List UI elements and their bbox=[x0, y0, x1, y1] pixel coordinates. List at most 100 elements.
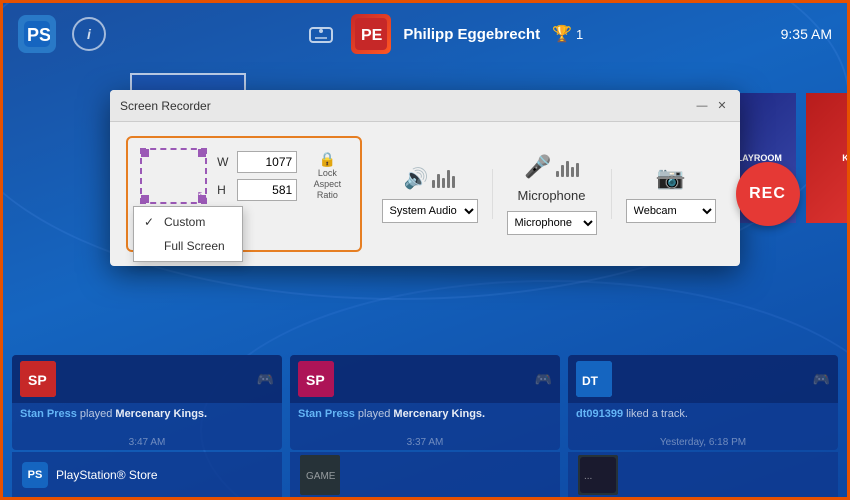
system-audio-bars bbox=[432, 168, 455, 188]
lock-aspect-label: Lock AspectRatio bbox=[307, 168, 347, 200]
mic-bar-4 bbox=[571, 167, 574, 177]
tile-time-0: 3:47 AM bbox=[12, 435, 282, 450]
svg-text:GAME: GAME bbox=[306, 471, 336, 482]
store-game-tile-2[interactable]: ... bbox=[568, 452, 838, 498]
capture-panel: ⤡ W H 🔒 Lock AspectRatio bbox=[126, 136, 362, 252]
height-field: H bbox=[217, 179, 297, 201]
microphone-select[interactable]: Microphone bbox=[507, 211, 597, 235]
dialog-titlebar: Screen Recorder — ✕ bbox=[110, 90, 740, 122]
webcam-icon: 📷 bbox=[657, 165, 684, 191]
activity-tiles-row: SP 🎮 Stan Press played Mercenary Kings. … bbox=[0, 355, 850, 450]
store-label: PlayStation® Store bbox=[56, 468, 158, 482]
webcam-select[interactable]: Webcam bbox=[626, 199, 716, 223]
avatar: PE bbox=[351, 14, 391, 54]
topbar: PS i PE Philipp Eggebrecht 🏆 1 9: bbox=[0, 0, 850, 68]
microphone-label: Microphone bbox=[518, 188, 586, 203]
store-game-tile-1[interactable]: GAME bbox=[290, 452, 560, 498]
microphone-icon-row: 🎤 bbox=[524, 154, 578, 180]
dropdown-custom-label: Custom bbox=[164, 215, 205, 229]
corner-bl bbox=[141, 195, 149, 203]
width-input[interactable] bbox=[237, 151, 297, 173]
audio-bar-5 bbox=[452, 176, 455, 188]
audio-bar-2 bbox=[437, 174, 440, 188]
tile-time-2: Yesterday, 6:18 PM bbox=[568, 435, 838, 450]
corner-tr bbox=[198, 149, 206, 157]
store-game-thumb-2: ... bbox=[578, 455, 618, 495]
wh-row: W H bbox=[217, 151, 297, 201]
trophy-area: 🏆 1 bbox=[552, 24, 583, 44]
svg-text:SP: SP bbox=[28, 372, 47, 388]
corner-tl bbox=[141, 149, 149, 157]
audio-bar-1 bbox=[432, 180, 435, 188]
webcam-icon-row: 📷 bbox=[657, 165, 684, 191]
lock-aspect-ratio: 🔒 Lock AspectRatio bbox=[307, 151, 347, 200]
topbar-center: PE Philipp Eggebrecht 🏆 1 bbox=[122, 14, 765, 54]
move-icon: ⤡ bbox=[198, 189, 208, 204]
rec-button[interactable]: REC bbox=[736, 162, 800, 226]
dialog-controls: — ✕ bbox=[694, 98, 730, 114]
audio-bar-4 bbox=[447, 170, 450, 188]
trophy-icon: 🏆 bbox=[552, 24, 572, 44]
system-audio-panel: 🔊 System Audio bbox=[382, 166, 478, 223]
ps-store-icon: PS bbox=[22, 462, 48, 488]
webcam-panel: 📷 Webcam bbox=[626, 165, 716, 223]
dialog-title: Screen Recorder bbox=[120, 99, 694, 113]
capture-row: ⤡ W H 🔒 Lock AspectRatio bbox=[140, 148, 348, 204]
store-row: PS PlayStation® Store GAME ... bbox=[0, 452, 850, 500]
dialog-body: ⤡ W H 🔒 Lock AspectRatio bbox=[110, 122, 740, 266]
trophy-count: 1 bbox=[576, 27, 583, 42]
controller-icon-2: 🎮 bbox=[813, 371, 830, 388]
height-input[interactable] bbox=[237, 179, 297, 201]
tile-time-1: 3:37 AM bbox=[290, 435, 560, 450]
tile-text-1: Stan Press played Mercenary Kings. bbox=[298, 407, 552, 422]
share-icon bbox=[303, 16, 339, 52]
microphone-bars bbox=[556, 157, 579, 177]
username-label: Philipp Eggebrecht bbox=[403, 26, 540, 43]
tile-avatar-1: SP bbox=[298, 361, 334, 397]
tile-avatar-2: DT bbox=[576, 361, 612, 397]
mic-bar-2 bbox=[561, 165, 564, 177]
tile-1[interactable]: SP 🎮 Stan Press played Mercenary Kings. … bbox=[290, 355, 560, 450]
svg-text:...: ... bbox=[584, 471, 592, 482]
ps-store-tile[interactable]: PS PlayStation® Store bbox=[12, 452, 282, 498]
tile-0[interactable]: SP 🎮 Stan Press played Mercenary Kings. … bbox=[12, 355, 282, 450]
mic-bar-3 bbox=[566, 161, 569, 177]
audio-bar-3 bbox=[442, 178, 445, 188]
store-game-thumb-1: GAME bbox=[300, 455, 340, 495]
svg-text:DT: DT bbox=[582, 374, 599, 388]
system-audio-icon-row: 🔊 bbox=[404, 166, 456, 191]
svg-text:PE: PE bbox=[361, 27, 383, 44]
dropdown-item-fullscreen[interactable]: Full Screen bbox=[134, 234, 242, 258]
game-thumb-kill[interactable]: KILL... bbox=[806, 93, 850, 223]
audio-sep-1 bbox=[492, 169, 493, 219]
svg-text:SP: SP bbox=[306, 372, 325, 388]
microphone-panel: 🎤 Microphone Microphone bbox=[507, 154, 597, 235]
capture-preview[interactable]: ⤡ bbox=[140, 148, 207, 204]
ps-logo: PS bbox=[18, 15, 56, 53]
tile-text-0: Stan Press played Mercenary Kings. bbox=[20, 407, 274, 422]
width-label: W bbox=[217, 155, 231, 169]
custom-dropdown-popup: ✓ Custom Full Screen bbox=[133, 206, 243, 262]
speaker-icon: 🔊 bbox=[404, 166, 429, 191]
audio-panels: 🔊 System Audio 🎤 bbox=[382, 154, 716, 235]
system-audio-select[interactable]: System Audio bbox=[382, 199, 478, 223]
height-label: H bbox=[217, 183, 231, 197]
screen-recorder-dialog: Screen Recorder — ✕ ⤡ W bbox=[110, 90, 740, 266]
time-display: 9:35 AM bbox=[781, 26, 832, 42]
microphone-icon: 🎤 bbox=[524, 154, 551, 180]
dialog-minimize-button[interactable]: — bbox=[694, 98, 710, 114]
tile-avatar-0: SP bbox=[20, 361, 56, 397]
width-field: W bbox=[217, 151, 297, 173]
tile-text-2: dt091399 liked a track. bbox=[576, 407, 830, 422]
lock-icon: 🔒 bbox=[319, 151, 336, 168]
dropdown-fullscreen-label: Full Screen bbox=[164, 239, 225, 253]
check-icon: ✓ bbox=[144, 215, 158, 229]
svg-text:PS: PS bbox=[27, 25, 50, 45]
controller-icon-1: 🎮 bbox=[535, 371, 552, 388]
tile-2[interactable]: DT 🎮 dt091399 liked a track. Yesterday, … bbox=[568, 355, 838, 450]
mic-bar-1 bbox=[556, 171, 559, 177]
info-icon[interactable]: i bbox=[72, 17, 106, 51]
controller-icon-0: 🎮 bbox=[257, 371, 274, 388]
dropdown-item-custom[interactable]: ✓ Custom bbox=[134, 210, 242, 234]
dialog-close-button[interactable]: ✕ bbox=[714, 98, 730, 114]
